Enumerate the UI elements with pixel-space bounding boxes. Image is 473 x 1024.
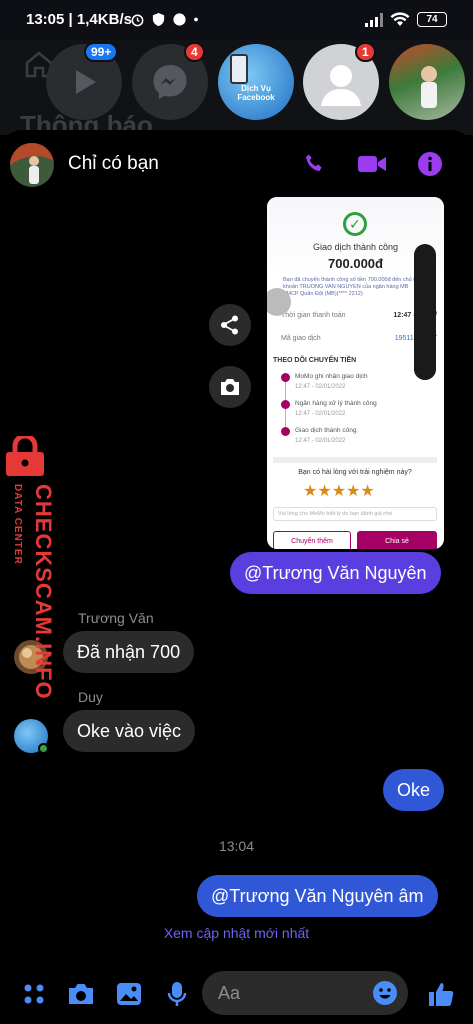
chat-head-badge: 4 <box>184 42 205 62</box>
chat-header: Chỉ có bạn <box>0 130 473 194</box>
wifi-icon <box>390 12 410 26</box>
more-dot-icon <box>194 17 198 22</box>
person-photo <box>421 66 437 108</box>
message-outgoing[interactable]: @Trương Văn Nguyên âm <box>197 875 438 917</box>
camera-reply-button[interactable] <box>209 366 251 408</box>
camera-icon <box>69 984 93 1004</box>
camera-icon <box>221 379 239 395</box>
check-icon: ✓ <box>343 212 367 236</box>
camera-button[interactable] <box>66 979 96 1009</box>
composer: Aa <box>0 968 473 1024</box>
info-button[interactable] <box>414 148 446 180</box>
rating-box: Bạn có hài lòng với trải nghiệm này? ★★★… <box>273 457 437 549</box>
shield-icon <box>152 12 165 27</box>
header-avatar[interactable] <box>10 143 54 187</box>
lock-icon <box>6 436 44 476</box>
chat-panel: Chỉ có bạn ✓ Giao dịch thành công 700.00… <box>0 130 473 1024</box>
messenger-small-icon <box>173 13 186 26</box>
more-actions-button[interactable] <box>19 979 49 1009</box>
chat-head-badge: 99+ <box>84 42 119 62</box>
play-icon <box>76 70 96 94</box>
sender-name: Trương Văn <box>78 610 154 626</box>
user-avatar-icon <box>321 65 361 106</box>
share-image-button[interactable] <box>209 304 251 346</box>
microphone-icon <box>167 982 187 1006</box>
rating-question: Bạn có hài lòng với trải nghiệm này? <box>298 469 412 476</box>
voice-call-button[interactable] <box>298 148 330 180</box>
chat-head-badge: 1 <box>355 42 376 62</box>
receipt-section-title: THEO DÕI CHUYỂN TIỀN <box>273 357 357 364</box>
chat-head-dich-vu-facebook[interactable]: Dịch Vụ Facebook <box>218 44 294 120</box>
watermark-brand: CHECKSCAM.INFO <box>31 484 56 700</box>
message-input-placeholder: Aa <box>218 983 241 1003</box>
watermark: CHECKSCAM.INFO DATA CENTER <box>0 436 56 700</box>
receipt-note: Bạn đã chuyển thành công số tiền 700.000… <box>283 277 420 297</box>
rating-stars: ★★★★★ <box>303 483 375 500</box>
message-outgoing[interactable]: @Trương Văn Nguyên <box>230 552 441 594</box>
shared-image-receipt[interactable]: ✓ Giao dịch thành công 700.000đ Bạn đã c… <box>267 197 444 549</box>
sender-avatar[interactable] <box>14 719 49 754</box>
like-button[interactable] <box>426 979 456 1009</box>
online-indicator <box>38 743 49 754</box>
rating-input: Vui lòng cho MoMo biết lý do bạn đánh gi… <box>273 507 437 521</box>
chat-head-contact-photo[interactable] <box>389 44 465 120</box>
see-newer-link[interactable]: Xem cập nhật mới nhất <box>0 925 473 941</box>
thumbs-up-icon <box>429 983 454 1006</box>
phone-icon <box>306 154 322 171</box>
status-bar: 13:05 | 1,4KB/s 74 <box>0 0 473 40</box>
battery-icon: 74 <box>417 12 447 27</box>
watermark-sub: DATA CENTER <box>12 484 23 565</box>
video-call-button[interactable] <box>356 148 388 180</box>
floating-ball <box>414 352 436 380</box>
transfer-more-button: Chuyển thêm <box>273 531 351 549</box>
chat-head-video[interactable]: 99+ <box>46 42 122 120</box>
voice-button[interactable] <box>162 979 192 1009</box>
message-incoming[interactable]: Đã nhận 700 <box>63 631 195 673</box>
messenger-icon <box>153 65 187 99</box>
emoji-icon[interactable] <box>372 980 398 1006</box>
message-timestamp: 13:04 <box>218 838 255 854</box>
image-icon <box>117 983 141 1005</box>
share-icon <box>221 315 238 335</box>
chat-title[interactable]: Chỉ có bạn <box>68 153 159 175</box>
chat-head-messenger[interactable]: 4 <box>132 42 208 120</box>
message-incoming[interactable]: Oke vào việc <box>63 710 196 752</box>
video-camera-icon <box>358 156 386 172</box>
grid-dots-icon <box>24 984 44 1004</box>
info-icon <box>418 152 442 176</box>
page-name-label: Dịch Vụ Facebook <box>237 84 275 102</box>
gallery-button[interactable] <box>114 979 144 1009</box>
status-right: 74 <box>365 12 447 27</box>
status-time: 13:05 | 1,4KB/s <box>26 11 132 28</box>
chat-head-contact[interactable]: 1 <box>303 42 379 120</box>
share-button: Chia sẻ <box>357 531 437 549</box>
signal-icon <box>365 12 383 27</box>
message-outgoing[interactable]: Oke <box>383 769 445 811</box>
status-notification-icons <box>130 12 199 27</box>
message-input[interactable]: Aa <box>202 971 408 1015</box>
sender-name: Duy <box>78 689 103 705</box>
alarm-icon <box>131 14 144 27</box>
